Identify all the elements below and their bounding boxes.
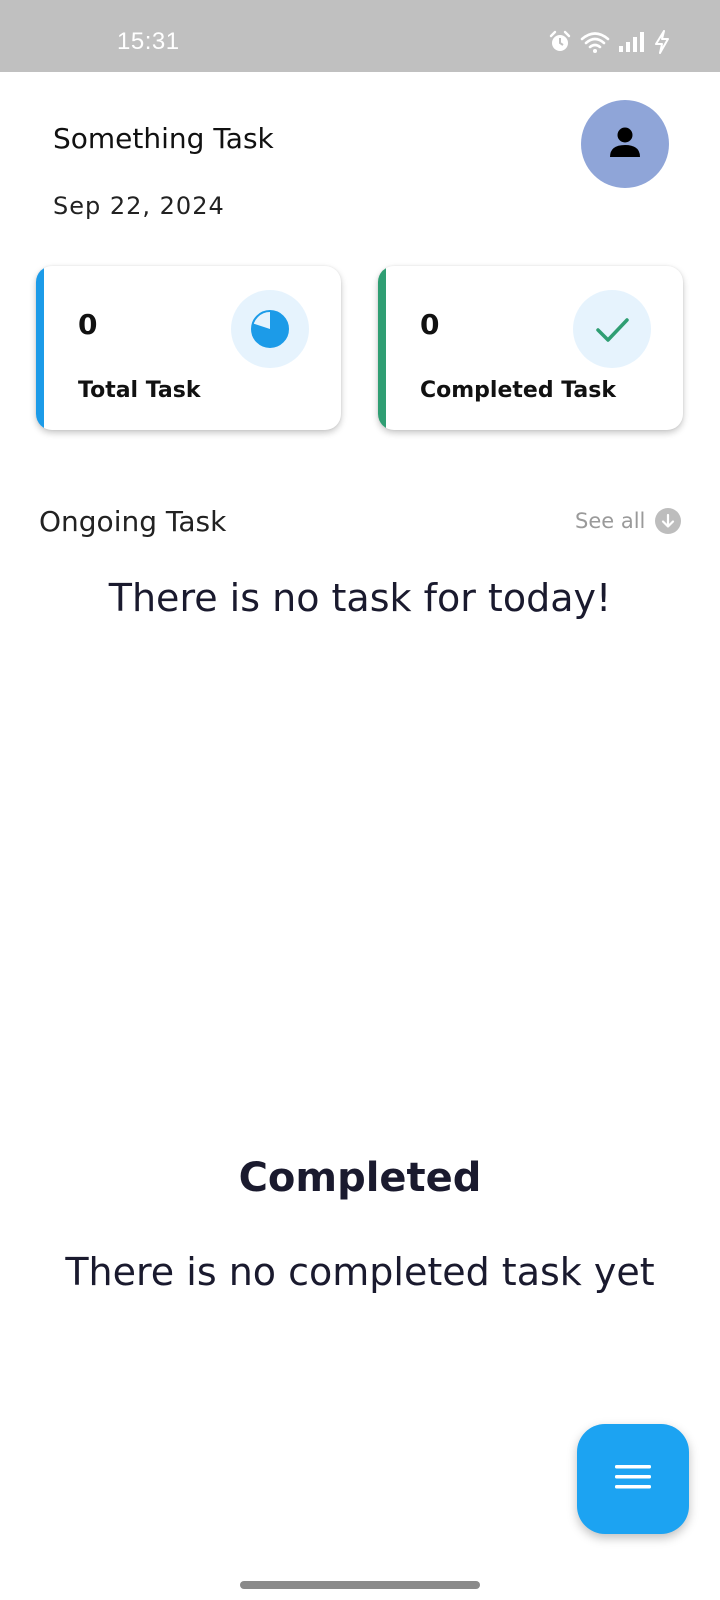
checkmark-icon bbox=[573, 290, 651, 368]
see-all-label: See all bbox=[575, 509, 646, 533]
completed-section-title: Completed bbox=[238, 1155, 482, 1201]
total-task-count: 0 bbox=[78, 308, 98, 341]
arrow-down-circle-icon bbox=[655, 508, 682, 534]
ongoing-task-title: Ongoing Task bbox=[39, 505, 227, 538]
total-task-card: 0 Total Task bbox=[36, 266, 341, 430]
menu-icon bbox=[613, 1462, 653, 1496]
completed-task-label: Completed Task bbox=[420, 378, 616, 403]
current-date: Sep 22, 2024 bbox=[53, 192, 225, 220]
card-accent bbox=[378, 266, 386, 430]
ongoing-empty-message: There is no task for today! bbox=[108, 576, 612, 620]
signal-icon bbox=[618, 31, 646, 53]
alarm-icon bbox=[548, 30, 572, 54]
status-icons bbox=[548, 30, 670, 54]
completed-task-card: 0 Completed Task bbox=[378, 266, 683, 430]
wifi-icon bbox=[580, 30, 610, 54]
card-accent bbox=[36, 266, 44, 430]
pie-chart-icon bbox=[231, 290, 309, 368]
status-time: 15:31 bbox=[117, 28, 180, 55]
menu-fab-button[interactable] bbox=[577, 1424, 689, 1534]
page-title: Something Task bbox=[53, 122, 274, 155]
profile-avatar-button[interactable] bbox=[581, 100, 669, 188]
completed-empty-message: There is no completed task yet bbox=[65, 1250, 655, 1294]
home-indicator[interactable] bbox=[240, 1581, 480, 1589]
total-task-label: Total Task bbox=[78, 378, 201, 403]
status-bar: 15:31 bbox=[0, 0, 720, 72]
see-all-button[interactable]: See all bbox=[575, 508, 682, 534]
completed-task-count: 0 bbox=[420, 308, 440, 341]
person-icon bbox=[607, 124, 643, 164]
charging-icon bbox=[654, 30, 670, 54]
